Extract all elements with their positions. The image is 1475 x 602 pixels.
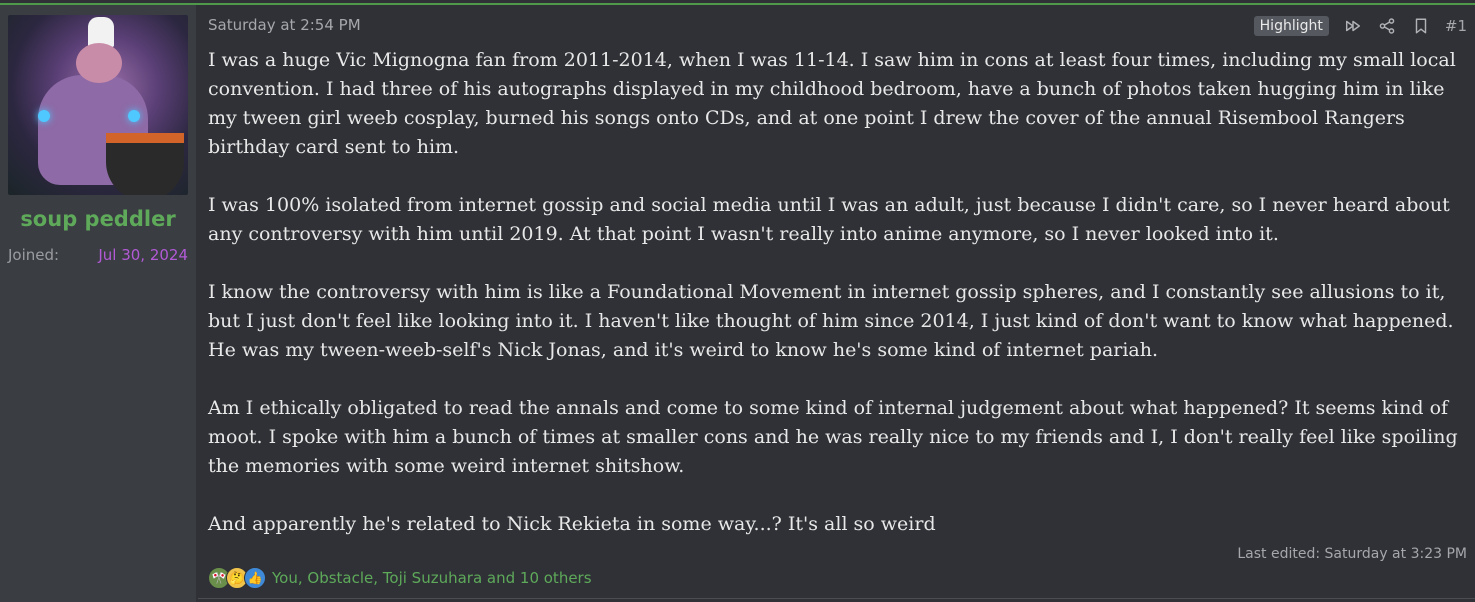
post-bottom-divider	[198, 598, 1475, 599]
post-number-link[interactable]: #1	[1445, 17, 1467, 35]
post-paragraph: And apparently he's related to Nick Reki…	[208, 513, 936, 535]
last-edited-text: Last edited: Saturday at 3:23 PM	[1237, 546, 1467, 562]
post-paragraph: I was 100% isolated from internet gossip…	[208, 194, 1450, 245]
post-header-actions: Highlight #1	[1253, 14, 1467, 38]
highlight-button[interactable]: Highlight	[1253, 16, 1329, 36]
post-paragraph: I know the controversy with him is like …	[208, 281, 1454, 361]
like-reaction-icon[interactable]: 👍	[244, 567, 266, 589]
user-sidebar: soup peddler Joined: Jul 30, 2024	[0, 5, 196, 602]
top-accent-rule	[0, 3, 1475, 5]
share-icon[interactable]	[1377, 16, 1397, 36]
post-paragraph: Am I ethically obligated to read the ann…	[208, 397, 1458, 477]
user-avatar[interactable]	[8, 15, 188, 195]
post-paragraph: I was a huge Vic Mignogna fan from 2011-…	[208, 49, 1456, 158]
joined-date: Jul 30, 2024	[98, 246, 188, 264]
reactions-bar: 🎌 🤔 👍 You, Obstacle, Toji Suzuhara and 1…	[208, 567, 592, 589]
reactions-list-link[interactable]: You, Obstacle, Toji Suzuhara and 10 othe…	[272, 569, 592, 587]
username-link[interactable]: soup peddler	[0, 207, 196, 231]
post-date-link[interactable]: Saturday at 2:54 PM	[208, 16, 361, 34]
cooking-pot-icon	[106, 133, 184, 195]
joined-label: Joined:	[8, 246, 60, 264]
skip-forward-icon[interactable]	[1343, 16, 1363, 36]
post-message-body: I was a huge Vic Mignogna fan from 2011-…	[208, 46, 1470, 539]
bookmark-icon[interactable]	[1411, 16, 1431, 36]
